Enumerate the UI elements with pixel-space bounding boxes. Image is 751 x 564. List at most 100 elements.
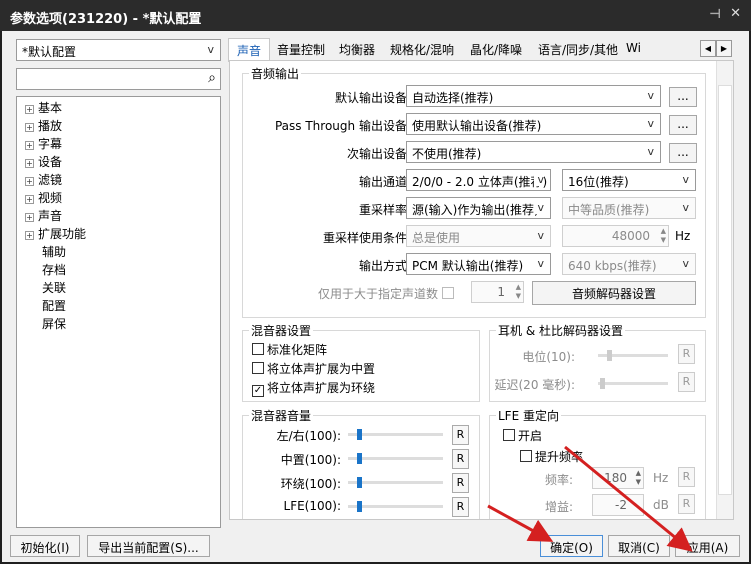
checkbox-box[interactable]: ✓ bbox=[252, 385, 264, 397]
tree-item[interactable]: + 声音 bbox=[17, 207, 220, 225]
scrollbar-thumb[interactable] bbox=[718, 85, 732, 495]
label: 输出通道: bbox=[358, 175, 411, 189]
output-method-dropdown[interactable]: PCM 默认输出(推荐) v bbox=[406, 253, 551, 275]
tree-item[interactable]: + 扩展功能 bbox=[17, 225, 220, 243]
level-slider[interactable] bbox=[598, 350, 668, 361]
tree-item[interactable]: 存档 bbox=[17, 261, 220, 279]
tab-scroll-left[interactable]: ◀ bbox=[700, 40, 716, 57]
default-device-more-button[interactable]: ... bbox=[669, 87, 697, 107]
tree-item[interactable]: + 字幕 bbox=[17, 135, 220, 153]
frequency-spinner[interactable]: 180 ▲ ▼ bbox=[592, 467, 644, 489]
volume-slider[interactable] bbox=[348, 501, 443, 512]
volume-reset-button[interactable]: R bbox=[452, 497, 469, 517]
slider-thumb[interactable] bbox=[357, 477, 362, 488]
gain-reset-button[interactable]: R bbox=[678, 494, 695, 514]
tree-item[interactable]: 屏保 bbox=[17, 315, 220, 333]
checkbox-box[interactable] bbox=[252, 343, 264, 355]
checkbox-box[interactable] bbox=[252, 362, 264, 374]
close-icon[interactable]: ✕ bbox=[730, 6, 741, 21]
volume-reset-button[interactable]: R bbox=[452, 449, 469, 469]
vertical-scrollbar[interactable] bbox=[716, 61, 733, 519]
sample-rate-spinner[interactable]: 48000 ▲ ▼ bbox=[562, 225, 669, 247]
tab-1[interactable]: 音量控制 bbox=[270, 38, 332, 60]
search-icon[interactable]: ⌕ bbox=[208, 70, 216, 86]
audio-decoder-settings-button[interactable]: 音频解码器设置 bbox=[532, 281, 696, 305]
slider-thumb[interactable] bbox=[600, 378, 605, 389]
lfe-boost-checkbox[interactable]: 提升频率 bbox=[520, 448, 583, 465]
volume-slider[interactable] bbox=[348, 453, 443, 464]
spin-arrows-icon[interactable]: ▲ ▼ bbox=[661, 227, 666, 245]
resample-dropdown[interactable]: 源(输入)作为输出(推荐) v bbox=[406, 197, 551, 219]
expand-icon[interactable]: + bbox=[25, 195, 34, 204]
slider-thumb[interactable] bbox=[607, 350, 612, 361]
mixer-option-checkbox[interactable]: 将立体声扩展为中置 bbox=[252, 360, 375, 379]
chevron-down-icon: v bbox=[647, 145, 654, 158]
checkbox-box[interactable] bbox=[503, 429, 515, 441]
resample-condition-dropdown[interactable]: 总是使用 v bbox=[406, 225, 551, 247]
tab-4[interactable]: 晶化/降噪 bbox=[462, 38, 530, 60]
expand-icon[interactable]: + bbox=[25, 213, 34, 222]
checkbox-box[interactable] bbox=[520, 450, 532, 462]
spin-arrows-icon[interactable]: ▲ ▼ bbox=[636, 469, 641, 487]
tree-item[interactable]: + 基本 bbox=[17, 99, 220, 117]
cancel-button[interactable]: 取消(C) bbox=[608, 535, 670, 557]
tree-item[interactable]: + 视频 bbox=[17, 189, 220, 207]
tab-6[interactable]: Wi bbox=[626, 38, 650, 60]
slider-thumb[interactable] bbox=[357, 501, 362, 512]
tree-item-label: 基本 bbox=[38, 101, 63, 115]
secondary-more-button[interactable]: ... bbox=[669, 143, 697, 163]
tab-3[interactable]: 规格化/混响 bbox=[382, 38, 462, 60]
tree-item[interactable]: + 滤镜 bbox=[17, 171, 220, 189]
secondary-device-dropdown[interactable]: 不使用(推荐) v bbox=[406, 141, 661, 163]
apply-button[interactable]: 应用(A) bbox=[675, 535, 740, 557]
delay-slider[interactable] bbox=[598, 378, 668, 389]
tab-2[interactable]: 均衡器 bbox=[332, 38, 382, 60]
expand-icon[interactable]: + bbox=[25, 105, 34, 114]
expand-icon[interactable]: + bbox=[25, 123, 34, 132]
tab-strip: 声音 音量控制 均衡器 规格化/混响 晶化/降噪 语言/同步/其他 Wi bbox=[228, 38, 733, 62]
gain-spinner[interactable]: -2 bbox=[592, 494, 644, 516]
category-tree[interactable]: + 基本 + 播放 + 字幕 + 设备 + 滤镜 + 视频 + 声音 + 扩展功能 辅助 存档 关联 配置 屏保 bbox=[16, 96, 221, 528]
volume-reset-button[interactable]: R bbox=[452, 473, 469, 493]
label: 标准化矩阵 bbox=[267, 343, 328, 357]
expand-icon[interactable]: + bbox=[25, 159, 34, 168]
mixer-option-checkbox[interactable]: 标准化矩阵 bbox=[252, 341, 375, 360]
tab-5[interactable]: 语言/同步/其他 bbox=[530, 38, 626, 60]
initialize-button[interactable]: 初始化(I) bbox=[10, 535, 80, 557]
channel-threshold-checkbox[interactable] bbox=[441, 287, 454, 299]
channel-count-spinner[interactable]: 1 ▲ ▼ bbox=[471, 281, 524, 303]
slider-thumb[interactable] bbox=[357, 429, 362, 440]
expand-icon[interactable]: + bbox=[25, 177, 34, 186]
tab-scroll-right[interactable]: ▶ bbox=[716, 40, 732, 57]
volume-slider[interactable] bbox=[348, 429, 443, 440]
tree-item[interactable]: 辅助 bbox=[17, 243, 220, 261]
slider-thumb[interactable] bbox=[357, 453, 362, 464]
bit-depth-dropdown[interactable]: 16位(推荐) v bbox=[562, 169, 696, 191]
default-device-dropdown[interactable]: 自动选择(推荐) v bbox=[406, 85, 661, 107]
export-config-button[interactable]: 导出当前配置(S)... bbox=[87, 535, 210, 557]
search-input[interactable]: ⌕ bbox=[16, 68, 221, 90]
passthrough-dropdown[interactable]: 使用默认输出设备(推荐) v bbox=[406, 113, 661, 135]
level-reset-button[interactable]: R bbox=[678, 344, 695, 364]
bitrate-dropdown[interactable]: 640 kbps(推荐) v bbox=[562, 253, 696, 275]
passthrough-more-button[interactable]: ... bbox=[669, 115, 697, 135]
frequency-reset-button[interactable]: R bbox=[678, 467, 695, 487]
ok-button[interactable]: 确定(O) bbox=[540, 535, 603, 557]
tree-item[interactable]: 配置 bbox=[17, 297, 220, 315]
tree-item[interactable]: 关联 bbox=[17, 279, 220, 297]
quality-dropdown[interactable]: 中等品质(推荐) v bbox=[562, 197, 696, 219]
tree-item[interactable]: + 播放 bbox=[17, 117, 220, 135]
tree-item[interactable]: + 设备 bbox=[17, 153, 220, 171]
profile-dropdown[interactable]: *默认配置 v bbox=[16, 39, 221, 61]
delay-reset-button[interactable]: R bbox=[678, 372, 695, 392]
volume-slider[interactable] bbox=[348, 477, 443, 488]
expand-icon[interactable]: + bbox=[25, 231, 34, 240]
lfe-enable-checkbox[interactable]: 开启 bbox=[503, 427, 542, 444]
spin-arrows-icon[interactable]: ▲ ▼ bbox=[516, 283, 521, 301]
channel-dropdown[interactable]: 2/0/0 - 2.0 立体声(推荐) v bbox=[406, 169, 551, 191]
volume-reset-button[interactable]: R bbox=[452, 425, 469, 445]
pin-icon[interactable]: ⊣ bbox=[709, 7, 721, 22]
mixer-option-checkbox[interactable]: ✓ 将立体声扩展为环绕 bbox=[252, 379, 375, 398]
tab-0[interactable]: 声音 bbox=[228, 38, 270, 62]
expand-icon[interactable]: + bbox=[25, 141, 34, 150]
